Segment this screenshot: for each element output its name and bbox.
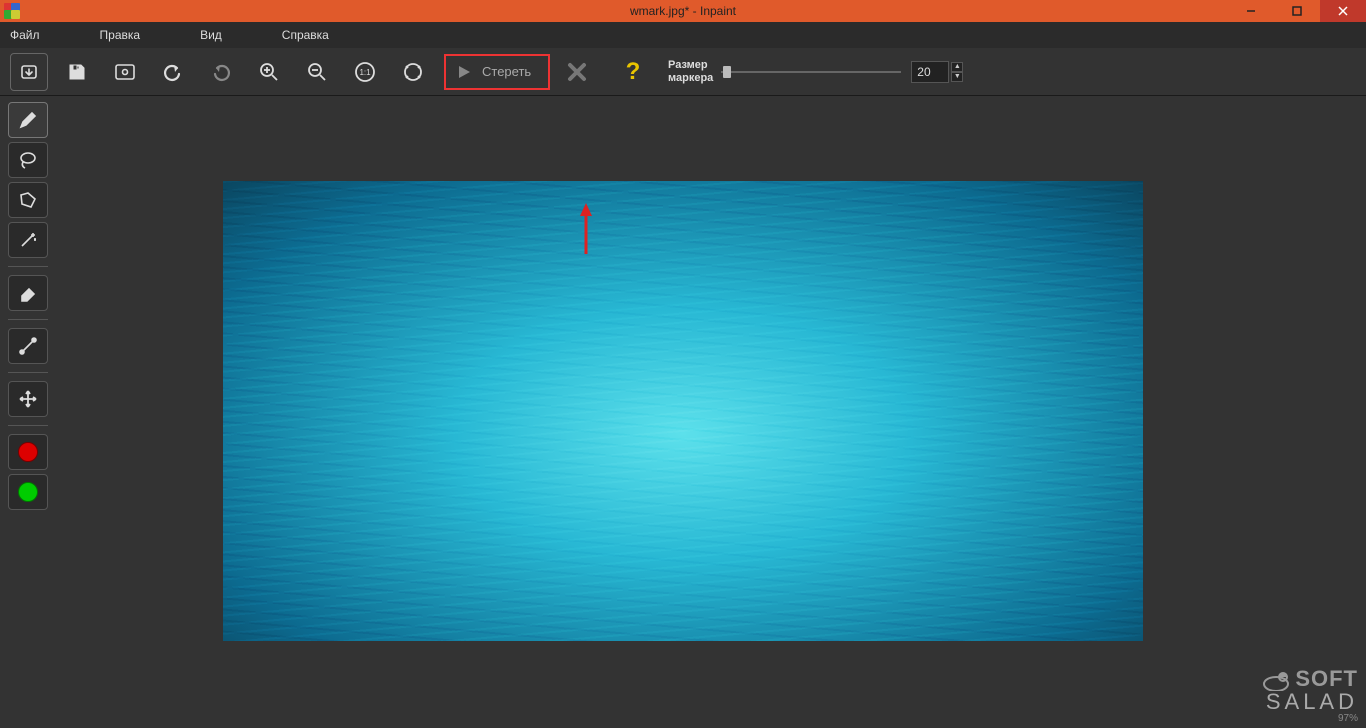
minimize-button[interactable] (1228, 0, 1274, 22)
marker-size-slider[interactable] (721, 63, 901, 81)
erase-button[interactable]: Стереть (444, 54, 550, 90)
zoom-1to1-icon: 1:1 (353, 61, 377, 83)
green-mask-tool[interactable] (8, 474, 48, 510)
marker-tool[interactable] (8, 102, 48, 138)
eraser-tool[interactable] (8, 275, 48, 311)
toolbar: 1:1 Стереть ? Размер маркера ▲ ▼ (0, 48, 1366, 96)
zoom-out-button[interactable] (298, 53, 336, 91)
save-icon (67, 62, 87, 82)
tool-sidebar (0, 96, 56, 728)
watermark-line2: SALAD (1261, 691, 1358, 713)
menu-file[interactable]: Файл (10, 28, 40, 42)
svg-text:1:1: 1:1 (359, 68, 371, 77)
zoom-in-button[interactable] (250, 53, 288, 91)
help-button[interactable]: ? (614, 53, 652, 91)
open-button[interactable] (10, 53, 48, 91)
red-mask-tool[interactable] (8, 434, 48, 470)
marker-tool-icon (17, 109, 39, 131)
erase-button-label: Стереть (482, 64, 531, 79)
zoom-fit-icon (402, 61, 424, 83)
sidebar-divider (8, 372, 48, 373)
main-area (0, 96, 1366, 728)
maximize-button[interactable] (1274, 0, 1320, 22)
watermark-line1: SOFT (1295, 666, 1358, 691)
sidebar-divider (8, 319, 48, 320)
window-title: wmark.jpg* - Inpaint (0, 4, 1366, 18)
eraser-tool-icon (17, 282, 39, 304)
menu-help[interactable]: Справка (282, 28, 329, 42)
zoom-in-icon (258, 61, 280, 83)
red-mask-icon (18, 442, 38, 462)
zoom-fit-button[interactable] (394, 53, 432, 91)
menubar: Файл Правка Вид Справка (0, 22, 1366, 48)
canvas-area[interactable] (56, 96, 1366, 728)
repeat-icon (114, 62, 136, 82)
polygon-tool-icon (17, 189, 39, 211)
redo-button[interactable] (202, 53, 240, 91)
green-mask-icon (18, 482, 38, 502)
play-icon (456, 64, 472, 80)
save-button[interactable] (58, 53, 96, 91)
app-icon (4, 3, 20, 19)
redo-icon (210, 62, 232, 82)
close-button[interactable] (1320, 0, 1366, 22)
line-tool[interactable] (8, 328, 48, 364)
zoom-out-icon (306, 61, 328, 83)
marker-size-stepper[interactable]: ▲ ▼ (911, 61, 963, 83)
polygon-tool[interactable] (8, 182, 48, 218)
magic-wand-tool[interactable] (8, 222, 48, 258)
line-tool-icon (17, 335, 39, 357)
cancel-icon (567, 62, 587, 82)
sidebar-divider (8, 425, 48, 426)
move-tool-icon (17, 388, 39, 410)
move-tool[interactable] (8, 381, 48, 417)
titlebar: wmark.jpg* - Inpaint (0, 0, 1366, 22)
image-canvas[interactable] (223, 181, 1143, 641)
help-icon: ? (626, 58, 641, 86)
watermark-percent: 97% (1261, 713, 1358, 724)
undo-icon (162, 62, 184, 82)
cancel-button[interactable] (558, 53, 596, 91)
marker-size-input[interactable] (911, 61, 949, 83)
magic-wand-tool-icon (17, 229, 39, 251)
menu-view[interactable]: Вид (200, 28, 222, 42)
lasso-tool-icon (17, 149, 39, 171)
menu-edit[interactable]: Правка (100, 28, 141, 42)
watermark-icon (1261, 669, 1291, 691)
watermark: SOFT SALAD 97% (1261, 669, 1358, 724)
repeat-button[interactable] (106, 53, 144, 91)
stepper-up[interactable]: ▲ (951, 62, 963, 72)
stepper-down[interactable]: ▼ (951, 72, 963, 82)
zoom-1to1-button[interactable]: 1:1 (346, 53, 384, 91)
undo-button[interactable] (154, 53, 192, 91)
open-icon (19, 62, 39, 82)
lasso-tool[interactable] (8, 142, 48, 178)
sidebar-divider (8, 266, 48, 267)
marker-size-label: Размер маркера (668, 59, 713, 85)
